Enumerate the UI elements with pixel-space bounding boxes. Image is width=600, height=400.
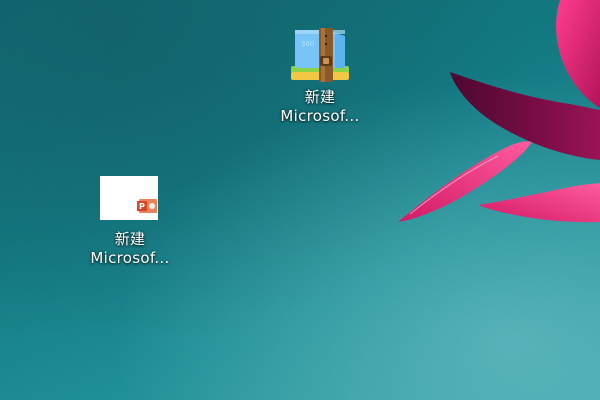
desktop-icon-label-line1: 新建 [114,230,146,248]
desktop-icon-label-line2: Microsof... [280,107,360,125]
powerpoint-file-icon: P [99,168,161,226]
svg-text:360: 360 [301,40,314,48]
desktop-icon-powerpoint[interactable]: P 新建 Microsof... [82,168,178,268]
svg-text:P: P [139,202,145,211]
desktop[interactable]: 360 新建 Microsof... P 新建 Microsof... [0,0,600,400]
desktop-icon-label-line2: Microsof... [90,249,170,267]
desktop-icon-label-line1: 新建 [304,88,336,106]
desktop-icon-archive[interactable]: 360 新建 Microsof... [272,26,368,126]
zip-archive-icon: 360 [289,26,351,84]
